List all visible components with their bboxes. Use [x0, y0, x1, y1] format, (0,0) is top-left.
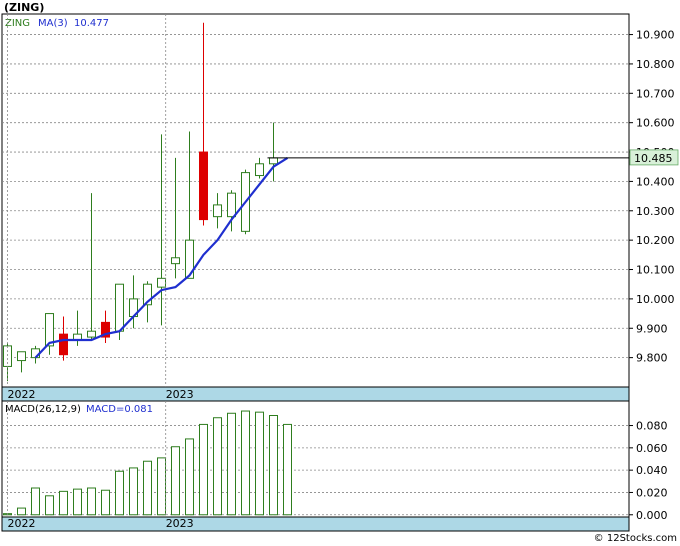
- macd-bar: [171, 446, 180, 516]
- macd-bar: [87, 487, 96, 516]
- price-date-label: 2023: [166, 388, 194, 401]
- candle-up: [269, 157, 278, 165]
- macd-date-band: [1, 516, 630, 532]
- macd-bar: [45, 495, 54, 516]
- price-axis-tick-label: 10.900: [636, 29, 675, 42]
- macd-legend-value: MACD=0.081: [86, 404, 153, 415]
- legend-ma-value: 10.477: [74, 18, 109, 29]
- chart-title: (ZING): [4, 1, 44, 14]
- macd-bar: [255, 411, 264, 516]
- macd-date-label: 2022: [8, 517, 36, 530]
- price-axis-tick-label: 10.300: [636, 205, 675, 218]
- candle-up: [255, 163, 264, 177]
- macd-axis-tick-label: 0.040: [636, 464, 668, 477]
- candle-up: [157, 277, 166, 288]
- macd-axis-tick-label: 0.060: [636, 442, 668, 455]
- price-axis-tick-label: 10.400: [636, 175, 675, 188]
- price-axis-tick-label: 9.900: [636, 322, 668, 335]
- stock-chart: 9.800 9.900 10.000 10.100 10.200 10.300 10.400…: [1, 1, 679, 544]
- price-axis-tick-label: 9.800: [636, 352, 668, 365]
- candle-up: [227, 192, 236, 218]
- macd-bar: [199, 423, 208, 516]
- candle-down: [59, 333, 68, 356]
- price-date-band: [1, 386, 630, 403]
- candle-up: [213, 204, 222, 218]
- macd-panel: 0.000 0.020 0.040 0.060 0.080 MACD(26,12,9) MA…: [1, 400, 668, 532]
- macd-bar: [115, 470, 124, 516]
- macd-bar: [31, 487, 40, 516]
- macd-bar: [101, 489, 110, 516]
- macd-bar: [241, 410, 250, 516]
- candle-up: [87, 330, 96, 338]
- macd-bar: [73, 488, 82, 516]
- macd-bar: [227, 412, 236, 516]
- price-axis-tick-label: 10.200: [636, 234, 675, 247]
- macd-plot-frame: [1, 400, 630, 518]
- macd-bar: [17, 507, 26, 516]
- macd-axis-tick-label: 0.080: [636, 420, 668, 433]
- macd-date-label: 2023: [166, 517, 194, 530]
- macd-bar: [129, 467, 138, 516]
- price-axis-tick-label: 10.800: [636, 58, 675, 71]
- last-price-label: 10.485: [634, 152, 673, 165]
- price-axis-tick-label: 10.000: [636, 293, 675, 306]
- candle-up: [171, 257, 180, 265]
- candle-up: [45, 313, 54, 347]
- macd-bar: [213, 417, 222, 516]
- price-axis-tick-label: 10.100: [636, 264, 675, 277]
- candle-down: [199, 151, 208, 221]
- macd-bar: [143, 460, 152, 516]
- price-axis-tick-label: 10.600: [636, 117, 675, 130]
- price-date-label: 2022: [8, 388, 36, 401]
- macd-bar: [185, 438, 194, 516]
- macd-legend-label: MACD(26,12,9): [5, 404, 81, 415]
- legend-ma-label: MA(3): [38, 18, 68, 29]
- macd-bar: [59, 490, 68, 516]
- price-plot-frame: [1, 13, 630, 388]
- macd-bar: [269, 415, 278, 516]
- price-axis-tick-label: 10.700: [636, 87, 675, 100]
- price-panel: 9.800 9.900 10.000 10.100 10.200 10.300 10.400…: [1, 13, 679, 403]
- macd-axis-tick-label: 0.000: [636, 509, 668, 522]
- candle-up: [115, 283, 124, 332]
- candle-up: [17, 351, 26, 362]
- copyright-footer: © 12Stocks.com: [594, 533, 677, 544]
- macd-bar: [283, 423, 292, 516]
- legend-symbol: ZING: [5, 18, 30, 29]
- macd-axis-tick-label: 0.020: [636, 486, 668, 499]
- macd-bar: [157, 457, 166, 516]
